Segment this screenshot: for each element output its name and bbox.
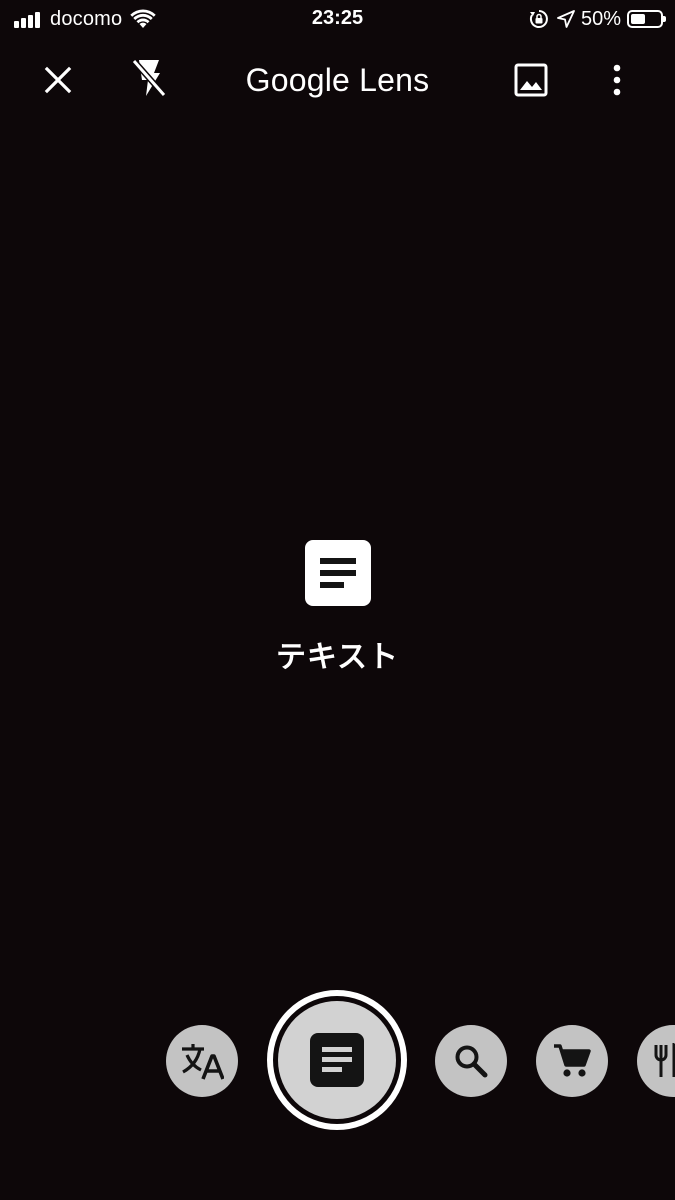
app-title-lens: Lens — [359, 62, 430, 98]
shutter-button[interactable] — [267, 990, 407, 1130]
app-title-google: Google — [245, 62, 351, 98]
gallery-icon — [514, 63, 548, 97]
text-document-icon — [310, 1033, 364, 1087]
status-bar: docomo 23:25 50% — [0, 0, 675, 38]
battery-percentage: 50% — [580, 7, 621, 30]
search-icon — [454, 1044, 488, 1078]
app-title: Google Lens — [0, 62, 675, 99]
gallery-button[interactable] — [503, 52, 559, 108]
more-vert-icon — [612, 64, 622, 96]
top-toolbar: Google Lens — [0, 48, 675, 112]
lens-camera-screen: docomo 23:25 50% Google Lens テキスト — [0, 0, 675, 1200]
current-mode-label: テキスト — [275, 640, 400, 675]
text-document-icon — [304, 540, 371, 606]
location-arrow-icon — [557, 10, 575, 28]
shutter-inner — [278, 1001, 396, 1119]
orientation-lock-icon — [529, 9, 549, 29]
more-options-button[interactable] — [589, 52, 645, 108]
dining-mode-button[interactable] — [637, 1025, 675, 1097]
mode-carousel — [0, 990, 675, 1135]
fork-knife-icon — [653, 1043, 675, 1079]
shopping-mode-button[interactable] — [536, 1025, 608, 1097]
search-mode-button[interactable] — [435, 1025, 507, 1097]
battery-icon — [627, 10, 666, 28]
status-right: 50% — [529, 7, 666, 31]
current-mode-indicator: テキスト — [0, 540, 675, 676]
translate-icon — [180, 1041, 224, 1081]
translate-mode-button[interactable] — [166, 1025, 238, 1097]
shopping-cart-icon — [553, 1043, 591, 1079]
